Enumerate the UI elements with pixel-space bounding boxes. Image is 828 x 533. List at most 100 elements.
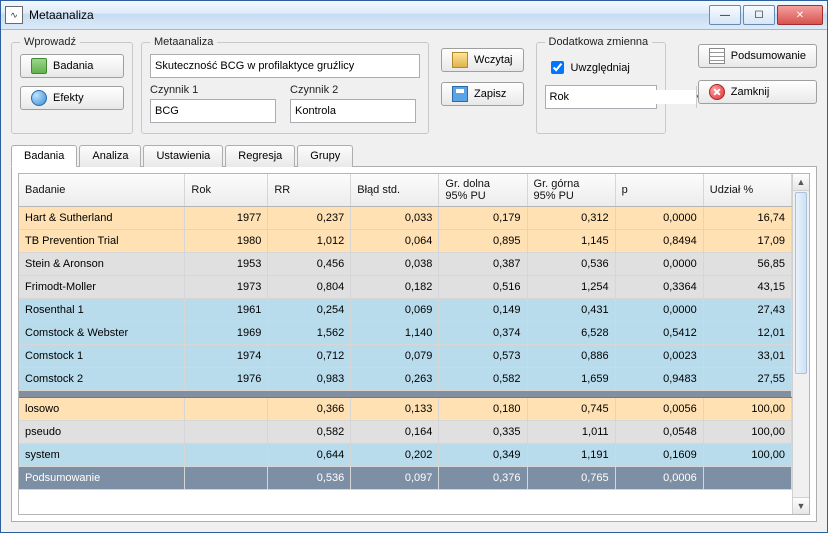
cell-p[interactable]: 0,0023 <box>615 345 703 368</box>
cell-blad[interactable]: 0,064 <box>351 230 439 253</box>
cell-dolna[interactable]: 0,349 <box>439 444 527 467</box>
cell-rok[interactable]: 1961 <box>185 299 268 322</box>
cell-gorna[interactable]: 1,145 <box>527 230 615 253</box>
cell-badanie[interactable]: Hart & Sutherland <box>19 207 185 230</box>
table-row[interactable]: Stein & Aronson19530,4560,0380,3870,5360… <box>19 253 792 276</box>
minimize-button[interactable]: — <box>709 5 741 25</box>
scroll-down-icon[interactable]: ▼ <box>793 497 809 514</box>
cell-p[interactable]: 0,8494 <box>615 230 703 253</box>
cell-gorna[interactable]: 1,191 <box>527 444 615 467</box>
cell-dolna[interactable]: 0,335 <box>439 421 527 444</box>
cell-p[interactable]: 0,0056 <box>615 398 703 421</box>
cell-rr[interactable]: 0,237 <box>268 207 351 230</box>
cell-rok[interactable]: 1969 <box>185 322 268 345</box>
cell-udzial[interactable]: 56,85 <box>703 253 791 276</box>
cell-dolna[interactable]: 0,582 <box>439 368 527 391</box>
cell-dolna[interactable]: 0,180 <box>439 398 527 421</box>
cell-dolna[interactable]: 0,376 <box>439 467 527 490</box>
col-dolna[interactable]: Gr. dolna95% PU <box>439 174 527 207</box>
col-p[interactable]: p <box>615 174 703 207</box>
efekty-button[interactable]: Efekty <box>20 86 124 110</box>
extra-combo[interactable]: ▾ <box>545 85 657 109</box>
col-badanie[interactable]: Badanie <box>19 174 185 207</box>
cell-rok[interactable] <box>185 467 268 490</box>
cell-gorna[interactable]: 0,765 <box>527 467 615 490</box>
zapisz-button[interactable]: Zapisz <box>441 82 524 106</box>
col-udzial[interactable]: Udział % <box>703 174 791 207</box>
cell-p[interactable]: 0,0000 <box>615 207 703 230</box>
cell-gorna[interactable]: 0,745 <box>527 398 615 421</box>
cell-rok[interactable] <box>185 444 268 467</box>
uwzgl-row[interactable]: Uwzględniaj <box>547 58 657 77</box>
cell-blad[interactable]: 0,164 <box>351 421 439 444</box>
table-row[interactable]: TB Prevention Trial19801,0120,0640,8951,… <box>19 230 792 253</box>
cell-udzial[interactable]: 100,00 <box>703 421 791 444</box>
cell-badanie[interactable]: losowo <box>19 398 185 421</box>
wczytaj-button[interactable]: Wczytaj <box>441 48 524 72</box>
cell-p[interactable]: 0,5412 <box>615 322 703 345</box>
maximize-button[interactable]: ☐ <box>743 5 775 25</box>
cell-rr[interactable]: 0,983 <box>268 368 351 391</box>
tab-analiza[interactable]: Analiza <box>79 145 141 167</box>
cell-gorna[interactable]: 0,886 <box>527 345 615 368</box>
cell-udzial[interactable]: 17,09 <box>703 230 791 253</box>
cell-rr[interactable]: 0,456 <box>268 253 351 276</box>
cell-rr[interactable]: 0,366 <box>268 398 351 421</box>
cell-gorna[interactable]: 1,011 <box>527 421 615 444</box>
cell-blad[interactable]: 1,140 <box>351 322 439 345</box>
cell-rr[interactable]: 0,254 <box>268 299 351 322</box>
table-row[interactable] <box>19 391 792 398</box>
podsumowanie-button[interactable]: Podsumowanie <box>698 44 817 68</box>
cell-blad[interactable]: 0,182 <box>351 276 439 299</box>
cell-gorna[interactable]: 0,312 <box>527 207 615 230</box>
cell-udzial[interactable]: 33,01 <box>703 345 791 368</box>
cell-blad[interactable]: 0,069 <box>351 299 439 322</box>
cell-p[interactable]: 0,9483 <box>615 368 703 391</box>
scroll-up-icon[interactable]: ▲ <box>793 174 809 191</box>
tab-ustawienia[interactable]: Ustawienia <box>143 145 223 167</box>
cell-rok[interactable] <box>185 398 268 421</box>
cell-badanie[interactable]: Podsumowanie <box>19 467 185 490</box>
table-row[interactable]: Frimodt-Moller19730,8040,1820,5161,2540,… <box>19 276 792 299</box>
col-rok[interactable]: Rok <box>185 174 268 207</box>
cell-badanie[interactable]: TB Prevention Trial <box>19 230 185 253</box>
cell-p[interactable]: 0,0000 <box>615 299 703 322</box>
cell-rr[interactable]: 0,536 <box>268 467 351 490</box>
cell-udzial[interactable]: 27,55 <box>703 368 791 391</box>
cell-udzial[interactable]: 100,00 <box>703 398 791 421</box>
tab-grupy[interactable]: Grupy <box>297 145 353 167</box>
cell-udzial[interactable]: 43,15 <box>703 276 791 299</box>
cell-blad[interactable]: 0,038 <box>351 253 439 276</box>
cell-dolna[interactable]: 0,387 <box>439 253 527 276</box>
table-row[interactable]: pseudo0,5820,1640,3351,0110,0548100,00 <box>19 421 792 444</box>
cell-gorna[interactable]: 0,431 <box>527 299 615 322</box>
table-row[interactable]: system0,6440,2020,3491,1910,1609100,00 <box>19 444 792 467</box>
cell-rr[interactable]: 0,644 <box>268 444 351 467</box>
cell-dolna[interactable]: 0,516 <box>439 276 527 299</box>
cell-badanie[interactable]: Rosenthal 1 <box>19 299 185 322</box>
cell-badanie[interactable]: Comstock 1 <box>19 345 185 368</box>
cell-udzial[interactable]: 12,01 <box>703 322 791 345</box>
cell-rok[interactable]: 1977 <box>185 207 268 230</box>
cell-rok[interactable]: 1976 <box>185 368 268 391</box>
close-window-button[interactable]: ✕ <box>777 5 823 25</box>
cell-badanie[interactable]: Comstock & Webster <box>19 322 185 345</box>
cell-badanie[interactable]: Stein & Aronson <box>19 253 185 276</box>
col-rr[interactable]: RR <box>268 174 351 207</box>
table-row[interactable]: Podsumowanie0,5360,0970,3760,7650,0006 <box>19 467 792 490</box>
cell-rr[interactable]: 0,712 <box>268 345 351 368</box>
cell-rok[interactable]: 1973 <box>185 276 268 299</box>
cell-udzial[interactable]: 16,74 <box>703 207 791 230</box>
vertical-scrollbar[interactable]: ▲ ▼ <box>792 174 809 514</box>
cell-badanie[interactable]: Comstock 2 <box>19 368 185 391</box>
cell-p[interactable]: 0,0548 <box>615 421 703 444</box>
cell-rr[interactable]: 1,012 <box>268 230 351 253</box>
cell-dolna[interactable]: 0,895 <box>439 230 527 253</box>
cell-blad[interactable]: 0,202 <box>351 444 439 467</box>
cell-blad[interactable]: 0,263 <box>351 368 439 391</box>
badania-button[interactable]: Badania <box>20 54 124 78</box>
cell-dolna[interactable]: 0,573 <box>439 345 527 368</box>
cell-p[interactable]: 0,0000 <box>615 253 703 276</box>
cell-rr[interactable]: 0,804 <box>268 276 351 299</box>
table-row[interactable]: Comstock 219760,9830,2630,5821,6590,9483… <box>19 368 792 391</box>
